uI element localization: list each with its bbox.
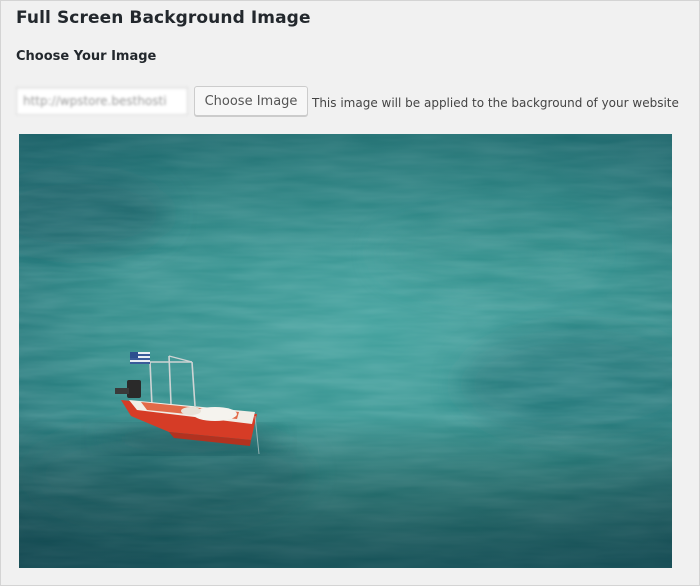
choose-image-label: Choose Your Image (16, 49, 157, 64)
sea-photo (19, 134, 672, 568)
page-title: Full Screen Background Image (16, 8, 311, 28)
image-hint-text: This image will be applied to the backgr… (312, 96, 679, 110)
background-image-preview (19, 134, 672, 568)
choose-image-button[interactable]: Choose Image (194, 86, 308, 116)
image-url-input[interactable] (16, 87, 188, 115)
